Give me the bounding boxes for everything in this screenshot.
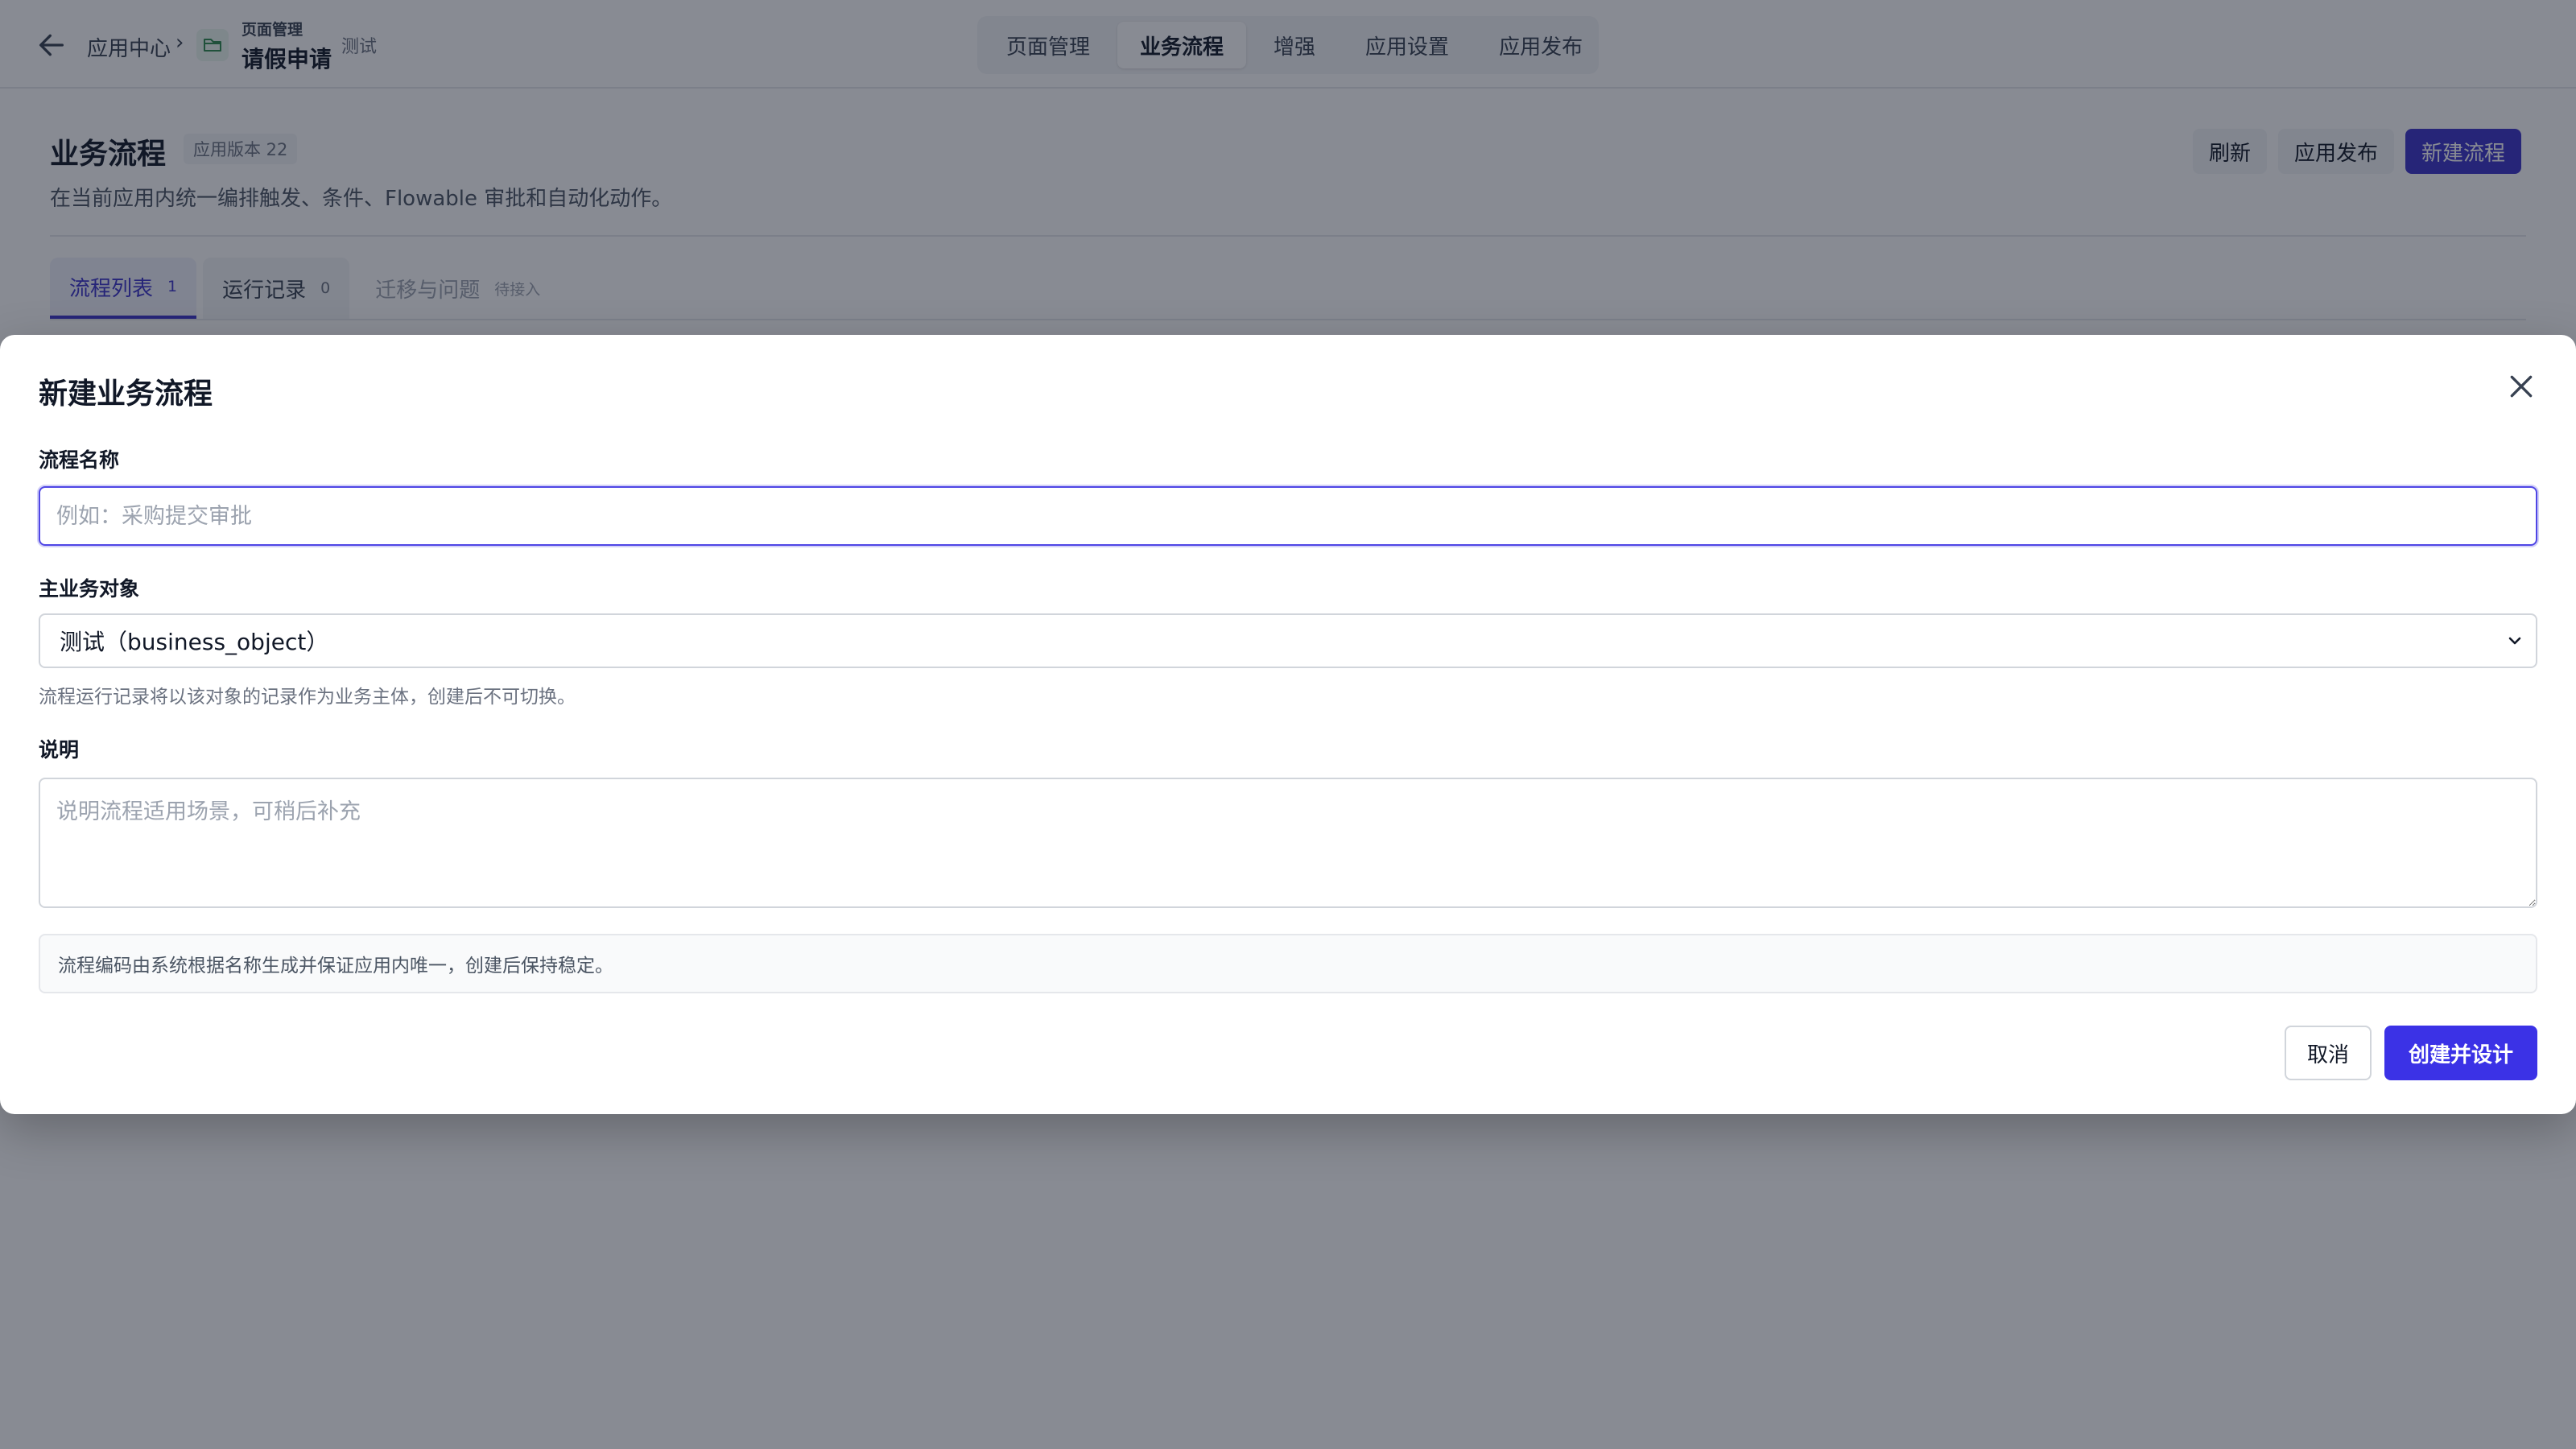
business-object-selected-value: 测试（business_object） — [60, 629, 329, 655]
business-object-select[interactable]: 测试（business_object） — [39, 613, 2537, 668]
business-object-label: 主业务对象 — [39, 577, 140, 601]
cancel-button[interactable]: 取消 — [2285, 1026, 2372, 1080]
flow-code-info-text: 流程编码由系统根据名称生成并保证应用内唯一，创建后保持稳定。 — [58, 956, 613, 976]
description-label: 说明 — [39, 738, 80, 762]
description-textarea[interactable] — [39, 778, 2537, 908]
flow-name-input[interactable] — [37, 485, 2539, 547]
create-and-design-button[interactable]: 创建并设计 — [2384, 1026, 2537, 1080]
chevron-down-icon — [2508, 637, 2521, 645]
new-flow-dialog: 新建业务流程 流程名称 主业务对象 测试（business_object） 流程… — [0, 335, 2576, 1114]
close-icon[interactable] — [2505, 370, 2537, 402]
flow-code-info: 流程编码由系统根据名称生成并保证应用内唯一，创建后保持稳定。 — [39, 934, 2537, 993]
flow-name-label: 流程名称 — [39, 448, 120, 472]
dialog-title: 新建业务流程 — [39, 378, 213, 411]
business-object-hint: 流程运行记录将以该对象的记录作为业务主体，创建后不可切换。 — [39, 687, 576, 708]
